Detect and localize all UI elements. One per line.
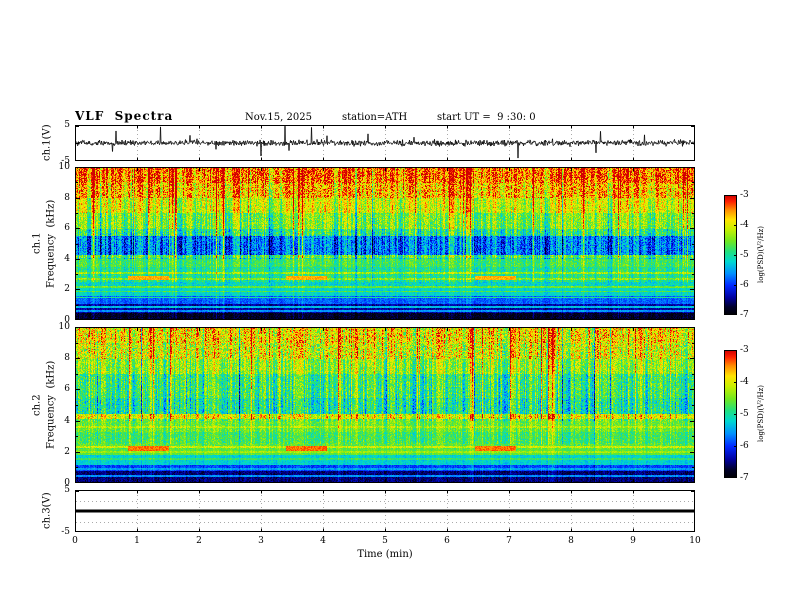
- ch2-frequency-tick-label: 10: [58, 322, 70, 332]
- ch2-frequency-tick-label: 2: [64, 446, 70, 457]
- ch3-waveform-canvas: [75, 490, 695, 532]
- ch2-frequency-tick-label: 0: [64, 478, 70, 488]
- x-tick-label: 8: [568, 536, 574, 546]
- colorbar1-tick-label: -5: [740, 250, 749, 260]
- ch2-colorbar: [724, 350, 737, 478]
- colorbar1-tick-label: -3: [740, 190, 749, 200]
- ch1-voltage-tick-label: 5: [64, 120, 70, 130]
- ch1-voltage-axis-label: ch.1(V): [41, 124, 53, 162]
- date-label: Nov.15, 2025: [245, 112, 312, 123]
- x-tick-label: 10: [689, 536, 701, 546]
- ch3-voltage-tick-label: -5: [61, 527, 70, 537]
- start-ut-label: start UT = 9 :30: 0: [437, 112, 536, 123]
- colorbar2-tick-label: -6: [740, 441, 749, 451]
- ch2-frequency-tick-label: 4: [64, 415, 70, 426]
- x-tick-label: 6: [444, 536, 450, 546]
- ch2-frequency-tick-label: 8: [64, 353, 70, 364]
- colorbar2-label: log(PSD)(V²/Hz): [757, 385, 765, 443]
- colorbar1-tick-label: -6: [740, 280, 749, 290]
- colorbar1-tick-label: -4: [740, 220, 749, 230]
- colorbar2-tick-label: -4: [740, 377, 749, 387]
- x-tick-label: 4: [320, 536, 326, 546]
- ch2-spectrogram-canvas: [75, 327, 695, 483]
- station-label: station=ATH: [342, 112, 408, 123]
- ch1-spectrogram-canvas: [75, 167, 695, 320]
- colorbar2-tick-label: -3: [740, 345, 749, 355]
- spec1-channel-label: ch.1: [31, 232, 43, 255]
- colorbar1-tick-label: -7: [740, 310, 749, 320]
- x-tick-label: 3: [258, 536, 264, 546]
- x-tick-label: 5: [382, 536, 388, 546]
- x-tick-label: 7: [506, 536, 512, 546]
- vlf-spectra-figure: VLF Spectra Nov.15, 2025 station=ATH sta…: [0, 0, 792, 612]
- ch1-frequency-tick-label: 2: [64, 284, 70, 295]
- spec1-frequency-axis-label: Frequency (kHz): [45, 199, 57, 288]
- spec2-frequency-axis-label: Frequency (kHz): [45, 360, 57, 450]
- spec2-channel-label: ch.2: [31, 394, 43, 416]
- colorbar2-tick-label: -7: [740, 473, 749, 483]
- ch1-frequency-tick-label: 8: [64, 192, 70, 203]
- ch1-frequency-tick-label: 4: [64, 253, 70, 264]
- colorbar2-tick-label: -5: [740, 409, 749, 419]
- x-tick-label: 0: [72, 536, 78, 546]
- colorbar1-label: log(PSD)(V²/Hz): [757, 226, 765, 284]
- ch1-frequency-tick-label: 6: [64, 223, 70, 234]
- x-axis-title: Time (min): [357, 549, 413, 560]
- figure-title: VLF Spectra: [75, 109, 174, 123]
- x-tick-label: 9: [630, 536, 636, 546]
- ch2-frequency-tick-label: 6: [64, 384, 70, 395]
- ch1-colorbar: [724, 195, 737, 315]
- x-tick-label: 1: [134, 536, 140, 546]
- ch3-voltage-axis-label: ch.3(V): [41, 492, 53, 530]
- ch1-waveform-canvas: [75, 125, 695, 161]
- ch1-frequency-tick-label: 10: [58, 162, 70, 172]
- x-tick-label: 2: [196, 536, 202, 546]
